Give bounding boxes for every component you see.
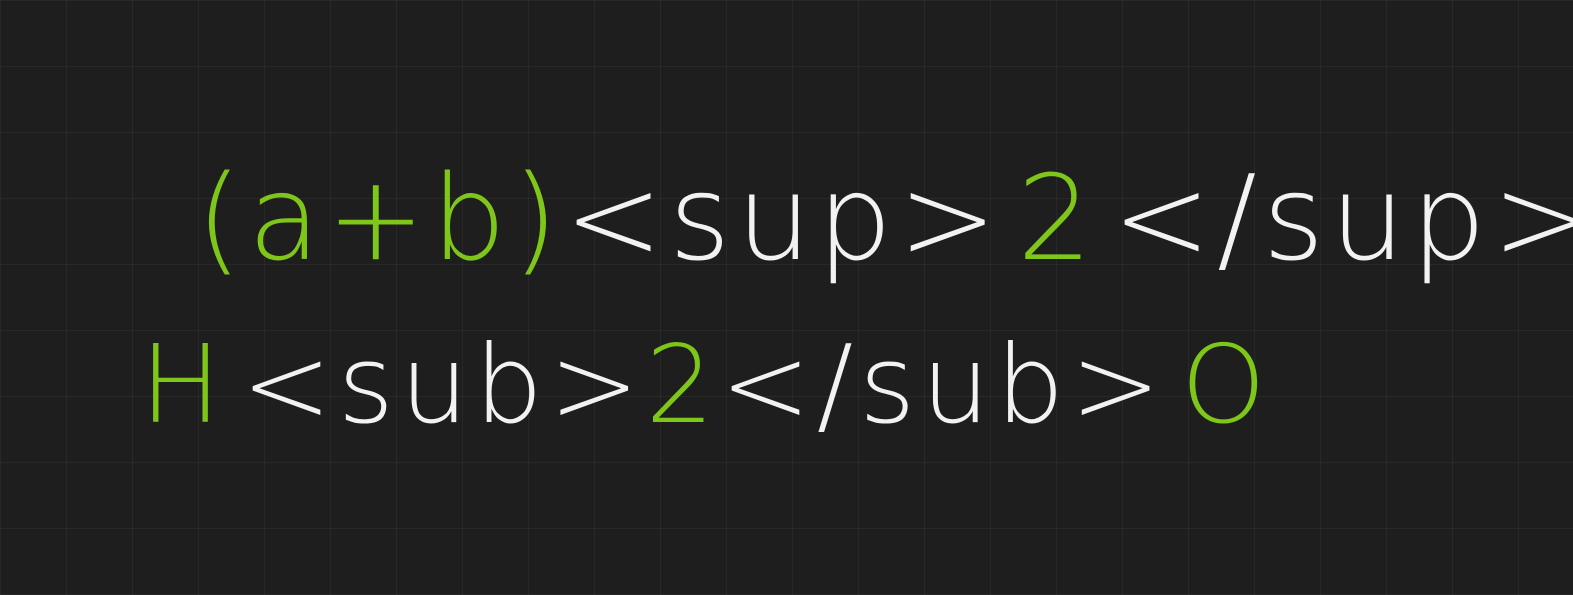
letter-o: O [1180, 323, 1272, 448]
handwritten-line-subscript: H <sub>2</sub> O [140, 316, 1272, 456]
handwritten-line-superscript: (a+b)<sup> 2 </sup> [196, 138, 1573, 298]
whiteboard-canvas[interactable]: (a+b)<sup> 2 </sup> H <sub>2</sub> O [0, 0, 1573, 595]
sub-open-tag: <sub> [241, 323, 646, 448]
sup-close-tag: </sup> [1112, 149, 1573, 287]
superscript-value: 2 [1017, 149, 1099, 287]
sup-open-tag: <sup> [564, 149, 1004, 287]
sub-close-tag: </sub> [720, 323, 1167, 448]
expression-a-plus-b: (a+b) [196, 149, 565, 287]
subscript-value: 2 [645, 323, 721, 448]
letter-h: H [140, 323, 228, 448]
